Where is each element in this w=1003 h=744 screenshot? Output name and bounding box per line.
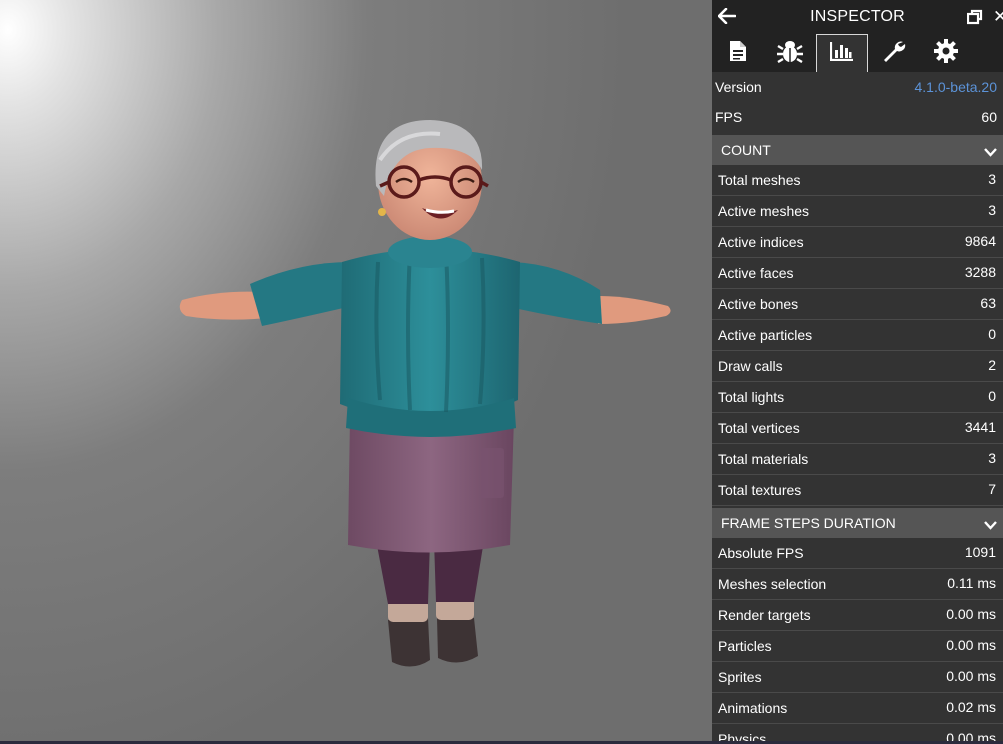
stat-row: Active meshes 3 xyxy=(712,196,1003,227)
stat-value: 0.02 ms xyxy=(946,699,996,715)
stat-label: Active indices xyxy=(718,234,804,250)
stat-row: Render targets 0.00 ms xyxy=(712,600,1003,631)
stat-row: Total meshes 3 xyxy=(712,165,1003,196)
inspector-title: INSPECTOR xyxy=(810,8,905,25)
bug-icon xyxy=(777,39,803,68)
frame-steps-section-title: FRAME STEPS DURATION xyxy=(721,515,896,531)
tab-settings[interactable] xyxy=(920,34,972,72)
close-icon[interactable]: ✕ xyxy=(993,7,1003,27)
stat-label: Sprites xyxy=(718,669,762,685)
inspector-titlebar: INSPECTOR ✕ xyxy=(712,0,1003,35)
stat-label: Active bones xyxy=(718,296,799,312)
stat-value: 9864 xyxy=(964,233,996,249)
stat-value: 0 xyxy=(988,388,996,404)
stat-value: 0 xyxy=(988,326,996,342)
stat-label: Draw calls xyxy=(718,358,783,374)
stat-label: Particles xyxy=(718,638,772,654)
tab-tools[interactable] xyxy=(868,34,920,72)
stat-row: Particles 0.00 ms xyxy=(712,631,1003,662)
frame-steps-section-header[interactable]: FRAME STEPS DURATION xyxy=(712,508,1003,538)
stat-label: Total meshes xyxy=(718,172,801,188)
stat-label: Total lights xyxy=(718,389,785,405)
inspector-tabs xyxy=(712,34,1003,72)
stat-value: 3288 xyxy=(964,264,996,280)
stat-label: Active meshes xyxy=(718,203,810,219)
fps-label: FPS xyxy=(715,109,743,125)
stat-value: 3 xyxy=(988,450,996,466)
stat-label: Active faces xyxy=(718,265,794,281)
stat-label: Animations xyxy=(718,700,788,716)
3d-viewport[interactable] xyxy=(0,0,712,744)
stat-value: 0.11 ms xyxy=(947,575,996,591)
stat-value: 0.00 ms xyxy=(946,637,996,653)
version-row: Version 4.1.0-beta.20 xyxy=(712,72,1003,102)
stat-value: 63 xyxy=(980,295,996,311)
fps-row: FPS 60 xyxy=(712,102,1003,132)
version-label: Version xyxy=(715,79,762,95)
fps-value: 60 xyxy=(981,109,997,125)
stat-row: Absolute FPS 1091 xyxy=(712,538,1003,569)
stat-value: 1091 xyxy=(964,544,996,560)
wrench-icon xyxy=(882,39,906,68)
stat-value: 0.00 ms xyxy=(946,606,996,622)
stat-row: Meshes selection 0.11 ms xyxy=(712,569,1003,600)
stat-value: 7 xyxy=(988,481,996,497)
stat-row: Total textures 7 xyxy=(712,475,1003,506)
count-section-header[interactable]: COUNT xyxy=(712,135,1003,165)
stat-label: Total textures xyxy=(718,482,802,498)
stat-value: 2 xyxy=(988,357,996,373)
stat-row: Sprites 0.00 ms xyxy=(712,662,1003,693)
gear-icon xyxy=(934,38,958,68)
stat-value: 0.00 ms xyxy=(946,668,996,684)
stat-label: Total vertices xyxy=(718,420,800,436)
tab-statistics[interactable] xyxy=(816,34,868,72)
stat-row: Active bones 63 xyxy=(712,289,1003,320)
stat-value: 3441 xyxy=(964,419,996,435)
bar-chart-icon xyxy=(829,41,854,66)
stat-label: Render targets xyxy=(718,607,811,623)
stat-row: Total lights 0 xyxy=(712,382,1003,413)
stat-value: 3 xyxy=(988,171,996,187)
count-section-title: COUNT xyxy=(721,142,771,158)
character-model xyxy=(179,120,671,667)
version-value[interactable]: 4.1.0-beta.20 xyxy=(914,79,997,95)
document-icon xyxy=(729,40,747,67)
stat-row: Animations 0.02 ms xyxy=(712,693,1003,724)
stat-row: Total materials 3 xyxy=(712,444,1003,475)
stat-label: Total materials xyxy=(718,451,809,467)
chevron-down-icon[interactable] xyxy=(984,144,997,160)
tab-debug[interactable] xyxy=(764,34,816,72)
stat-row: Active indices 9864 xyxy=(712,227,1003,258)
stat-row: Active faces 3288 xyxy=(712,258,1003,289)
stat-label: Active particles xyxy=(718,327,813,343)
stat-label: Meshes selection xyxy=(718,576,827,592)
stat-label: Absolute FPS xyxy=(718,545,804,561)
popout-icon[interactable] xyxy=(966,9,983,30)
stat-value: 3 xyxy=(988,202,996,218)
stat-row: Active particles 0 xyxy=(712,320,1003,351)
chevron-down-icon[interactable] xyxy=(984,517,997,533)
tab-scene-explorer[interactable] xyxy=(712,34,764,72)
stat-row: Total vertices 3441 xyxy=(712,413,1003,444)
inspector-panel: INSPECTOR ✕ Version 4.1.0-beta.20 FPS 60… xyxy=(712,0,1003,744)
stat-row: Draw calls 2 xyxy=(712,351,1003,382)
